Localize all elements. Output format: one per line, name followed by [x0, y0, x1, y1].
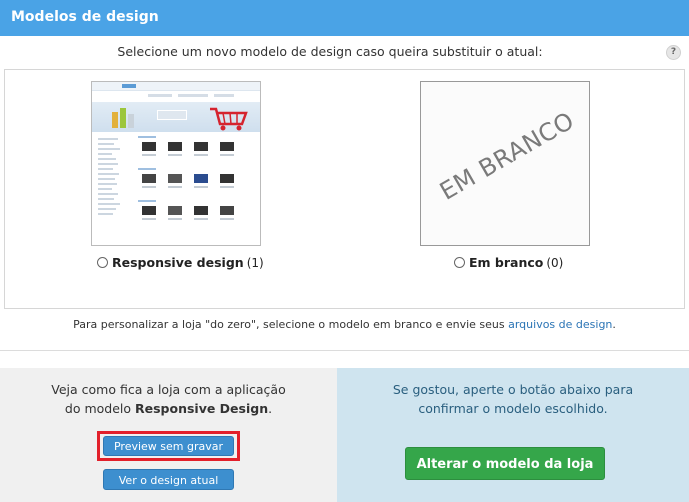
template-name: Responsive design — [112, 255, 244, 270]
thumbnail-product — [168, 174, 182, 183]
thumbnail-section-bar — [138, 168, 156, 170]
template-count: (1) — [246, 256, 264, 270]
thumbnail-product — [142, 206, 156, 215]
thumbnail-sidebar — [98, 138, 128, 218]
shopping-cart-icon — [210, 107, 248, 131]
design-files-link[interactable]: arquivos de design — [508, 318, 612, 331]
thumbnail-product — [194, 174, 208, 183]
preview-description: Veja como fica a loja com a aplicação do… — [51, 382, 286, 416]
preview-button[interactable]: Preview sem gravar — [103, 436, 234, 456]
template-thumbnail-blank[interactable]: EM BRANCO — [420, 81, 590, 246]
thumbnail-promo-box — [157, 110, 187, 120]
thumbnail-nav — [214, 94, 234, 97]
thumbnail-topbar — [92, 82, 260, 91]
template-name: Em branco — [469, 255, 544, 270]
change-template-button[interactable]: Alterar o modelo da loja — [405, 447, 605, 480]
thumbnail-nav — [148, 94, 172, 97]
template-thumbnail-responsive[interactable] — [91, 81, 261, 246]
templates-box: EM BRANCO Responsive design (1) Em branco… — [4, 69, 685, 309]
responsive-radio[interactable] — [97, 257, 108, 268]
thumbnail-banner — [92, 102, 260, 132]
template-count: (0) — [546, 256, 564, 270]
help-icon[interactable]: ? — [666, 45, 681, 60]
confirm-panel: Se gostou, aperte o botão abaixo para co… — [337, 368, 689, 502]
page-title: Modelos de design — [11, 9, 159, 25]
blank-radio[interactable] — [454, 257, 465, 268]
divider — [0, 350, 689, 351]
thumbnail-product — [194, 142, 208, 151]
bottle-shape — [120, 108, 126, 128]
thumbnail-nav — [178, 94, 208, 97]
thumbnail-product — [220, 142, 234, 151]
thumbnail-product — [142, 174, 156, 183]
blank-template-watermark: EM BRANCO — [434, 106, 580, 206]
thumbnail-product — [220, 206, 234, 215]
thumbnail-section-bar — [138, 136, 156, 138]
page-header: Modelos de design — [0, 0, 689, 36]
confirm-description: Se gostou, aperte o botão abaixo para co… — [392, 382, 634, 416]
thumbnail-product — [168, 206, 182, 215]
preview-panel: Veja como fica a loja com a aplicação do… — [0, 368, 337, 502]
thumbnail-section-bar — [138, 200, 156, 202]
thumbnail-product — [142, 142, 156, 151]
view-current-design-button[interactable]: Ver o design atual — [103, 469, 234, 490]
personalize-note: Para personalizar a loja "do zero", sele… — [73, 318, 616, 331]
thumbnail-product — [168, 142, 182, 151]
thumbnail-logo — [122, 84, 136, 88]
bottle-shape — [128, 114, 134, 128]
template-option-responsive[interactable]: Responsive design (1) — [97, 255, 264, 270]
bottle-shape — [112, 112, 118, 128]
thumbnail-product — [220, 174, 234, 183]
thumbnail-product — [194, 206, 208, 215]
template-option-blank[interactable]: Em branco (0) — [454, 255, 563, 270]
instruction-text: Selecione um novo modelo de design caso … — [117, 44, 543, 59]
